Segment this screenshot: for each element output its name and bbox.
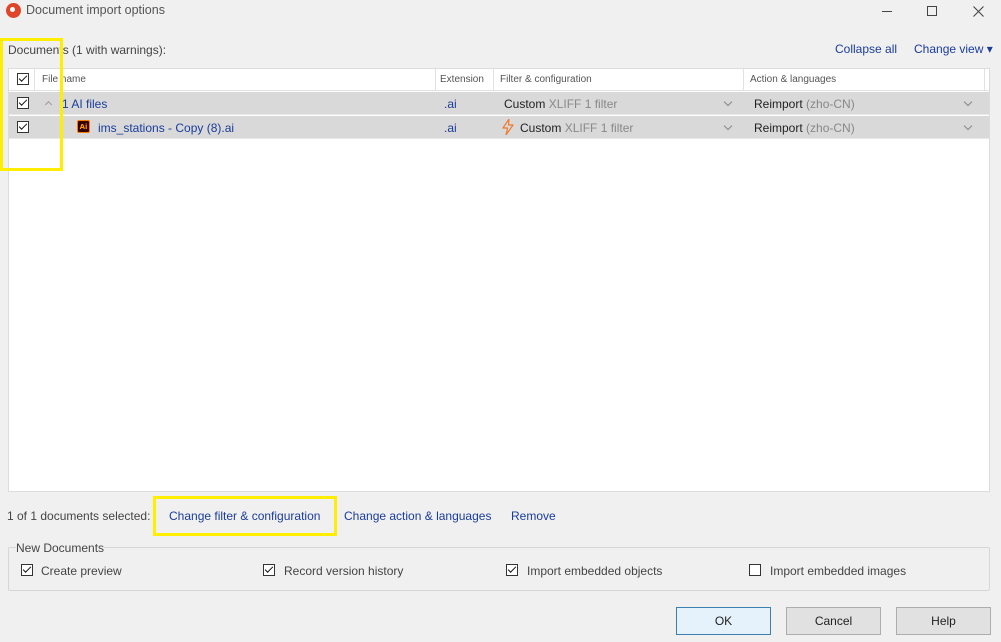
filter-name: XLIFF 1 filter xyxy=(548,97,618,111)
minimize-button[interactable] xyxy=(864,0,910,22)
close-button[interactable] xyxy=(955,0,1001,22)
grid-header: File name Extension Filter & configurati… xyxy=(9,69,989,91)
create-preview-checkbox[interactable] xyxy=(21,564,33,576)
maximize-icon xyxy=(927,6,937,16)
collapse-chevron-icon[interactable] xyxy=(44,100,53,109)
column-header-action[interactable]: Action & languages xyxy=(750,74,836,85)
action-dropdown[interactable]: Reimport (zho-CN) xyxy=(754,121,855,135)
adobe-illustrator-icon: Ai xyxy=(77,120,90,133)
documents-header: Documents (1 with warnings): xyxy=(8,43,167,57)
languages-label: (zho-CN) xyxy=(806,121,855,135)
change-view-link[interactable]: Change view ▾ xyxy=(914,42,993,56)
select-all-checkbox[interactable] xyxy=(17,73,29,85)
record-version-history-label[interactable]: Record version history xyxy=(284,564,403,578)
chevron-down-icon[interactable] xyxy=(963,97,973,107)
record-version-history-checkbox[interactable] xyxy=(263,564,275,576)
window-title: Document import options xyxy=(26,3,165,17)
import-embedded-images-checkbox[interactable] xyxy=(749,564,761,576)
filter-custom-label: Custom xyxy=(520,121,562,135)
help-button[interactable]: Help xyxy=(896,607,991,635)
cancel-button[interactable]: Cancel xyxy=(786,607,881,635)
lightning-warning-icon xyxy=(502,119,514,135)
chevron-down-icon[interactable] xyxy=(723,97,733,107)
extension-cell: .ai xyxy=(444,97,457,111)
filter-custom-label: Custom xyxy=(504,97,546,111)
row-checkbox[interactable] xyxy=(17,97,29,109)
table-row-file[interactable]: Ai ims_stations - Copy (8).ai .ai Custom… xyxy=(9,116,989,139)
action-dropdown[interactable]: Reimport (zho-CN) xyxy=(754,97,855,111)
app-logo-icon xyxy=(6,3,21,18)
title-bar: Document import options xyxy=(0,0,1001,24)
column-separator xyxy=(493,69,494,91)
extension-cell: .ai xyxy=(444,121,457,135)
chevron-down-icon[interactable] xyxy=(963,121,973,131)
change-action-link[interactable]: Change action & languages xyxy=(344,509,491,523)
column-header-file-name[interactable]: File name xyxy=(42,74,86,85)
maximize-button[interactable] xyxy=(909,0,955,22)
change-filter-link[interactable]: Change filter & configuration xyxy=(169,509,320,523)
column-separator xyxy=(984,69,985,91)
close-icon xyxy=(972,5,984,17)
import-embedded-images-label[interactable]: Import embedded images xyxy=(770,564,906,578)
new-documents-legend: New Documents xyxy=(16,541,105,555)
remove-link[interactable]: Remove xyxy=(511,509,556,523)
column-separator xyxy=(435,69,436,91)
filter-dropdown[interactable]: Custom XLIFF 1 filter xyxy=(520,121,633,135)
file-name[interactable]: ims_stations - Copy (8).ai xyxy=(98,121,234,135)
chevron-down-icon[interactable] xyxy=(723,121,733,131)
column-separator xyxy=(743,69,744,91)
ok-button[interactable]: OK xyxy=(676,607,771,635)
row-checkbox[interactable] xyxy=(17,121,29,133)
languages-label: (zho-CN) xyxy=(806,97,855,111)
minimize-icon xyxy=(882,10,892,12)
documents-grid: File name Extension Filter & configurati… xyxy=(8,68,990,492)
table-row-group[interactable]: 1 AI files .ai Custom XLIFF 1 filter Rei… xyxy=(9,92,989,115)
collapse-all-link[interactable]: Collapse all xyxy=(835,42,897,56)
action-label: Reimport xyxy=(754,121,803,135)
column-separator xyxy=(34,69,35,91)
selection-status: 1 of 1 documents selected: xyxy=(7,509,151,523)
filter-name: XLIFF 1 filter xyxy=(564,121,634,135)
column-header-filter[interactable]: Filter & configuration xyxy=(500,74,592,85)
import-embedded-objects-label[interactable]: Import embedded objects xyxy=(527,564,662,578)
group-name[interactable]: 1 AI files xyxy=(62,97,107,111)
create-preview-label[interactable]: Create preview xyxy=(41,564,122,578)
import-embedded-objects-checkbox[interactable] xyxy=(506,564,518,576)
action-label: Reimport xyxy=(754,97,803,111)
column-header-extension[interactable]: Extension xyxy=(440,74,484,85)
filter-dropdown[interactable]: Custom XLIFF 1 filter xyxy=(504,97,617,111)
